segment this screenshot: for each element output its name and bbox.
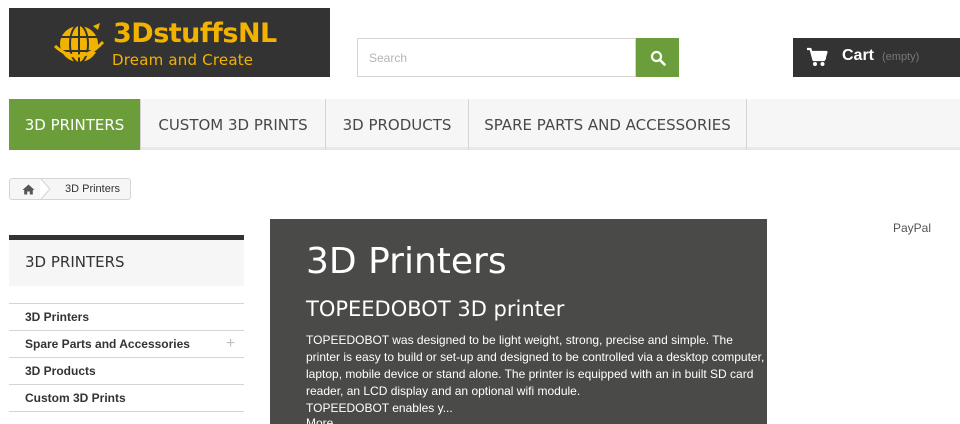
menu-item-spare-parts[interactable]: SPARE PARTS AND ACCESSORIES (469, 99, 747, 150)
search-button[interactable] (636, 38, 679, 77)
sidebar-item-label: 3D Printers (25, 310, 90, 324)
sidebar-title: 3D PRINTERS (9, 235, 244, 286)
menu-item-3d-printers[interactable]: 3D PRINTERS (9, 99, 141, 150)
sidebar-item-label: Spare Parts and Accessories (25, 337, 190, 351)
menu-item-custom-3d-prints[interactable]: CUSTOM 3D PRINTS (141, 99, 326, 150)
search-icon (650, 50, 666, 66)
sidebar-item-custom-3d-prints[interactable]: Custom 3D Prints (9, 385, 244, 412)
breadcrumb-current: 3D Printers (65, 183, 121, 195)
cart-icon (807, 47, 828, 66)
category-hero: 3D Printers TOPEEDOBOT 3D printer TOPEED… (270, 219, 767, 424)
logo-tagline: Dream and Create (112, 51, 254, 69)
breadcrumb: 3D Printers (9, 178, 132, 200)
expand-plus-icon[interactable]: + (217, 331, 244, 357)
sidebar-category-list: 3D Printers Spare Parts and Accessories … (9, 303, 244, 412)
search-box (357, 38, 636, 77)
more-link[interactable]: More (306, 416, 333, 424)
menu-item-3d-products[interactable]: 3D PRODUCTS (326, 99, 469, 150)
category-subtitle: TOPEEDOBOT 3D printer (306, 297, 565, 321)
sidebar-item-3d-printers[interactable]: 3D Printers (9, 304, 244, 331)
cart-button[interactable]: Cart (empty) (793, 38, 960, 77)
sidebar-item-label: Custom 3D Prints (25, 391, 126, 405)
breadcrumb-separator (39, 178, 51, 200)
cart-label: Cart (842, 47, 875, 64)
sidebar-item-3d-products[interactable]: 3D Products (9, 358, 244, 385)
main-menu: 3D PRINTERS CUSTOM 3D PRINTS 3D PRODUCTS… (9, 99, 960, 150)
home-icon (22, 184, 34, 194)
cart-status: (empty) (882, 51, 920, 63)
paypal-label[interactable]: PayPal (893, 221, 931, 235)
search-input[interactable] (358, 39, 635, 76)
category-description-more: TOPEEDOBOT enables y... (306, 401, 453, 415)
category-description: TOPEEDOBOT was designed to be light weig… (306, 332, 766, 417)
logo-title: 3DstuffsNL (113, 18, 277, 49)
page-title: 3D Printers (306, 241, 507, 282)
category-description-text: TOPEEDOBOT was designed to be light weig… (306, 333, 765, 398)
sidebar-item-spare-parts[interactable]: Spare Parts and Accessories + (9, 331, 244, 358)
site-logo[interactable]: 3DstuffsNL Dream and Create (9, 8, 330, 77)
globe-logo-icon (53, 23, 105, 64)
sidebar-item-label: 3D Products (25, 364, 96, 378)
